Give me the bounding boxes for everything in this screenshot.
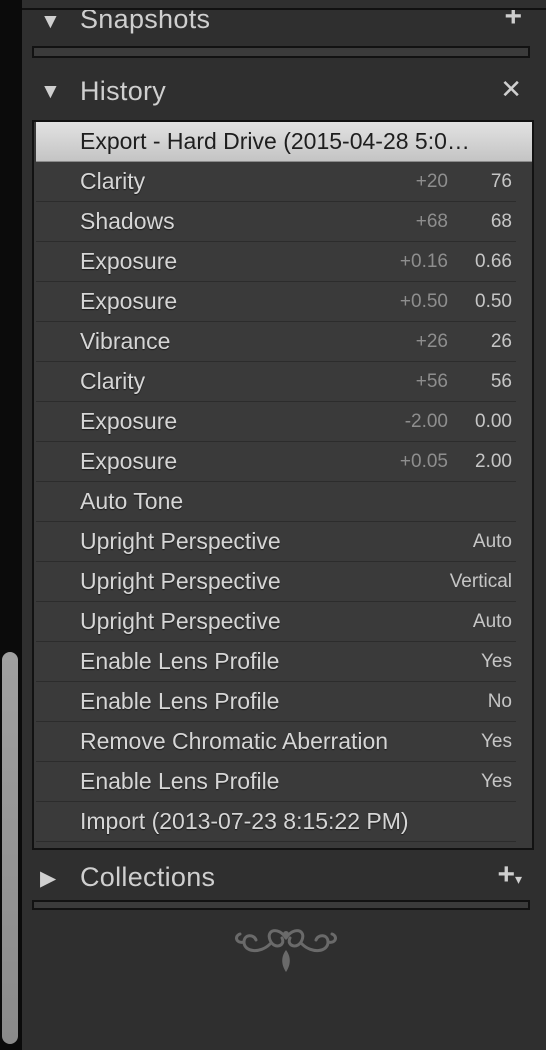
history-step-delta: +26 xyxy=(415,331,448,352)
history-step-name: Remove Chromatic Aberration xyxy=(80,728,389,754)
history-step-value: 0.66 xyxy=(475,251,512,272)
scrollbar-thumb[interactable] xyxy=(2,652,18,1044)
history-step-delta: +20 xyxy=(415,171,448,192)
history-step[interactable]: Enable Lens Profile Yes xyxy=(36,642,516,682)
history-step-name: Export - Hard Drive (2015-04-28 5:0… xyxy=(80,128,470,154)
history-step-name: Enable Lens Profile xyxy=(80,768,280,794)
history-step-name: Auto Tone xyxy=(80,488,184,514)
disclosure-down-icon[interactable]: ▼ xyxy=(40,10,61,34)
history-step[interactable]: Vibrance +26 26 xyxy=(36,322,516,362)
history-step-value: 2.00 xyxy=(475,451,512,472)
history-step-value: 68 xyxy=(490,211,512,232)
history-step-delta: +0.16 xyxy=(399,251,448,272)
disclosure-right-icon[interactable]: ▶ xyxy=(40,866,56,891)
history-step-delta: -2.00 xyxy=(404,411,448,432)
history-step[interactable]: Export - Hard Drive (2015-04-28 5:0… xyxy=(36,122,532,162)
history-step-value: 0.00 xyxy=(475,411,512,432)
history-step[interactable]: Enable Lens Profile Yes xyxy=(36,762,516,802)
history-step-value: Yes xyxy=(481,771,512,792)
snapshots-header[interactable]: ▼ Snapshots + xyxy=(22,0,546,46)
history-step[interactable]: Clarity +56 56 xyxy=(36,362,516,402)
history-step-name: Clarity xyxy=(80,368,146,394)
history-step-name: Enable Lens Profile xyxy=(80,688,280,714)
plus-dropdown-icon[interactable]: +▾ xyxy=(497,858,522,892)
history-step-value: Auto xyxy=(472,531,512,552)
history-list: Export - Hard Drive (2015-04-28 5:0… Clar… xyxy=(34,122,532,842)
collections-title: Collections xyxy=(80,862,216,892)
history-step-name: Exposure xyxy=(80,448,178,474)
history-step[interactable]: Upright Perspective Auto xyxy=(36,522,516,562)
panel-top-divider xyxy=(22,8,546,10)
history-step-value: Yes xyxy=(481,731,512,752)
history-step-name: Exposure xyxy=(80,288,178,314)
history-step-name: Vibrance xyxy=(80,328,171,354)
history-step-name: Exposure xyxy=(80,248,178,274)
history-step-name: Clarity xyxy=(80,168,146,194)
history-step[interactable]: Exposure +0.16 0.66 xyxy=(36,242,516,282)
history-list-box: Export - Hard Drive (2015-04-28 5:0… Clar… xyxy=(32,120,534,850)
history-step-value: Yes xyxy=(481,651,512,672)
history-step-value: No xyxy=(487,691,512,712)
history-step-value: 0.50 xyxy=(475,291,512,312)
snapshots-collapsed-bar xyxy=(32,46,530,58)
history-step-value: Auto xyxy=(472,611,512,632)
history-step-value: Vertical xyxy=(449,571,512,592)
history-step-delta: +56 xyxy=(415,371,448,392)
history-step-delta: +68 xyxy=(415,211,448,232)
history-title: History xyxy=(80,76,167,106)
history-step[interactable]: Exposure +0.05 2.00 xyxy=(36,442,516,482)
filmstrip-edge xyxy=(0,0,22,1050)
collections-header[interactable]: ▶ Collections +▾ xyxy=(22,854,546,904)
disclosure-down-icon[interactable]: ▼ xyxy=(40,80,61,104)
history-step[interactable]: Upright Perspective Vertical xyxy=(36,562,516,602)
history-step-name: Upright Perspective xyxy=(80,528,281,554)
history-step[interactable]: Exposure -2.00 0.00 xyxy=(36,402,516,442)
history-step-name: Upright Perspective xyxy=(80,608,281,634)
collections-collapsed-bar xyxy=(32,900,530,910)
history-step-name: Enable Lens Profile xyxy=(80,648,280,674)
history-step[interactable]: Exposure +0.50 0.50 xyxy=(36,282,516,322)
history-step-name: Import (2013-07-23 8:15:22 PM) xyxy=(80,808,409,834)
history-step-value: 26 xyxy=(490,331,512,352)
history-step-value: 76 xyxy=(490,171,512,192)
plus-icon[interactable]: + xyxy=(504,0,522,34)
history-step[interactable]: Clarity +20 76 xyxy=(36,162,516,202)
history-step[interactable]: Auto Tone xyxy=(36,482,516,522)
history-step-value: 56 xyxy=(490,371,512,392)
panel-end-ornament-icon xyxy=(235,929,337,972)
history-step-delta: +0.05 xyxy=(399,451,448,472)
history-step[interactable]: Import (2013-07-23 8:15:22 PM) xyxy=(36,802,516,842)
history-header[interactable]: ▼ History ✕ xyxy=(22,68,546,118)
history-step-name: Upright Perspective xyxy=(80,568,281,594)
history-step-name: Exposure xyxy=(80,408,178,434)
history-step-delta: +0.50 xyxy=(399,291,448,312)
history-step-name: Shadows xyxy=(80,208,175,234)
left-panel: ▼ Snapshots + ▼ History ✕ Export - Hard … xyxy=(22,0,546,1050)
history-step[interactable]: Enable Lens Profile No xyxy=(36,682,516,722)
close-x-icon[interactable]: ✕ xyxy=(500,74,522,105)
history-step[interactable]: Upright Perspective Auto xyxy=(36,602,516,642)
history-step[interactable]: Remove Chromatic Aberration Yes xyxy=(36,722,516,762)
history-step[interactable]: Shadows +68 68 xyxy=(36,202,516,242)
